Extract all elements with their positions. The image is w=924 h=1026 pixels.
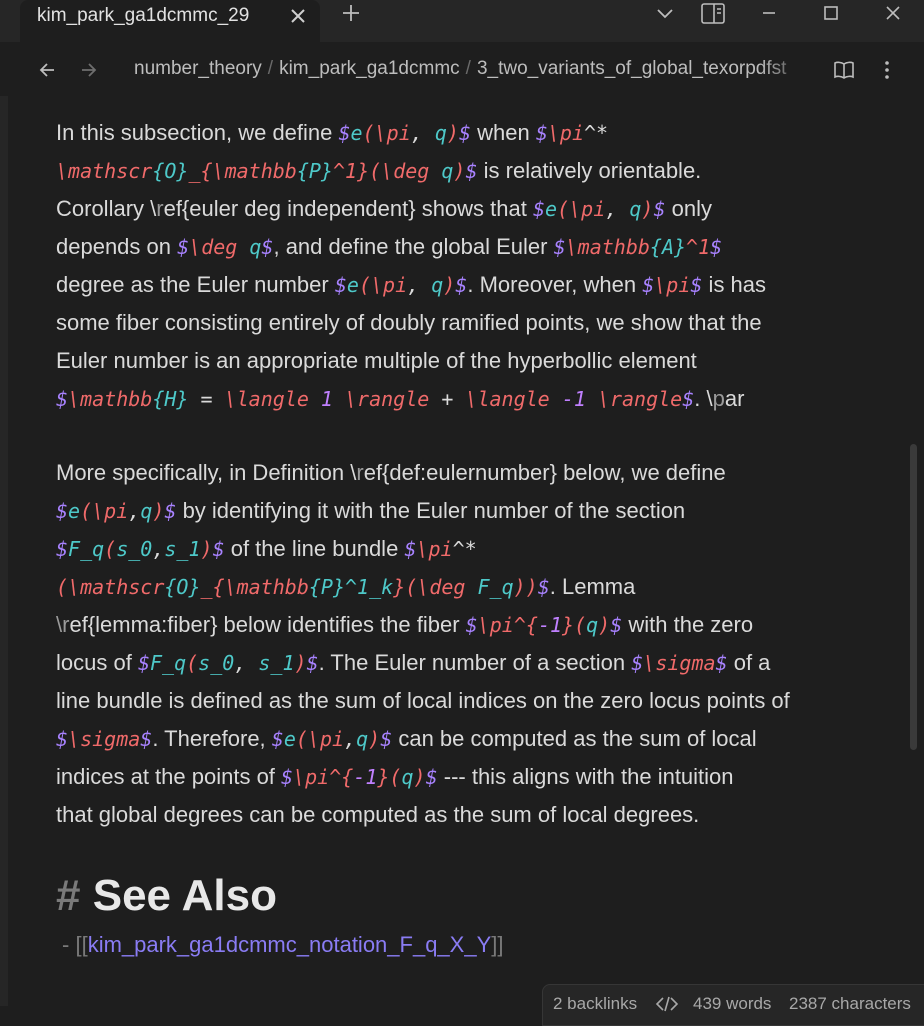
text-line: Euler number is an appropriate multiple …: [56, 348, 697, 373]
text-line: locus of $F_q(s_0, s_1)$. The Euler numb…: [56, 650, 771, 675]
minimize-icon[interactable]: [758, 2, 780, 24]
text-line: $\mathbb{H} = \langle 1 \rangle + \langl…: [56, 386, 745, 411]
status-bar: 2 backlinks 439 words 2387 characters: [542, 984, 924, 1026]
character-count: 2387 characters: [789, 994, 911, 1013]
more-vertical-icon[interactable]: [876, 59, 898, 81]
close-window-icon[interactable]: [882, 2, 904, 24]
view-header: number_theory / kim_park_ga1dcmmc/3_two_va…: [0, 42, 924, 96]
sidebar-edge: [0, 42, 8, 1006]
heading-see-also: # See Also: [56, 868, 277, 924]
text-line: line bundle is defined as the sum of loc…: [56, 688, 790, 713]
title-bar: kim_park_ga1dcmmc_29: [0, 0, 924, 42]
text-line: \ref{lemma:fiber} below identifies the f…: [56, 612, 754, 637]
breadcrumb: number_theory / kim_park_ga1dcmmc/3_two_va…: [134, 58, 787, 79]
close-icon[interactable]: [288, 6, 308, 26]
text-line: $e(\pi,q)$ by identifying it with the Eu…: [56, 498, 686, 523]
list-item: - [[kim_park_ga1dcmmc_notation_F_q_X_Y]]: [62, 932, 504, 957]
breadcrumb-item[interactable]: kim_park_ga1dcmmc: [279, 58, 460, 79]
breadcrumb-item[interactable]: 3_two_variants_of_global_texorpdfst: [477, 58, 786, 79]
internal-link[interactable]: kim_park_ga1dcmmc_notation_F_q_X_Y: [88, 932, 492, 957]
text-line: More specifically, in Definition \ref{de…: [56, 460, 726, 485]
text-line: depends on $\deg q$, and define the glob…: [56, 234, 723, 259]
text-line: (\mathscr{O}_{\mathbb{P}^1_k}(\deg F_q))…: [56, 574, 636, 599]
text-line: In this subsection, we define $e(\pi, q)…: [56, 120, 609, 145]
word-count: 439 words: [693, 994, 772, 1013]
tab-title: kim_park_ga1dcmmc_29: [37, 5, 250, 26]
editor-content[interactable]: In this subsection, we define $e(\pi, q)…: [56, 114, 886, 834]
text-line: that global degrees can be computed as t…: [56, 802, 700, 827]
arrow-right-icon[interactable]: [78, 59, 100, 81]
text-line: degree as the Euler number $e(\pi, q)$. …: [56, 272, 767, 297]
backlinks-count[interactable]: 2 backlinks: [553, 994, 637, 1014]
sidebar-toggle-icon[interactable]: [700, 2, 726, 26]
code-icon[interactable]: [655, 994, 679, 1014]
arrow-left-icon[interactable]: [36, 59, 58, 81]
text-line: \mathscr{O}_{\mathbb{P}^1}(\deg q)$ is r…: [56, 158, 702, 183]
plus-icon[interactable]: [340, 2, 362, 24]
text-line: some fiber consisting entirely of doubly…: [56, 310, 762, 335]
maximize-icon[interactable]: [820, 2, 842, 24]
book-open-icon[interactable]: [832, 58, 856, 82]
scrollbar-thumb[interactable]: [910, 444, 917, 750]
heading-hash: #: [56, 871, 81, 920]
text-line: indices at the points of $\pi^{-1}(q)$ -…: [56, 764, 734, 789]
text-line: $F_q(s_0,s_1)$ of the line bundle $\pi^*: [56, 536, 477, 561]
breadcrumb-item[interactable]: number_theory: [134, 58, 262, 79]
text-line: Corollary \ref{euler deg independent} sh…: [56, 196, 712, 221]
chevron-down-icon[interactable]: [654, 2, 676, 24]
tab-active[interactable]: kim_park_ga1dcmmc_29: [20, 0, 320, 42]
text-line: $\sigma$. Therefore, $e(\pi,q)$ can be c…: [56, 726, 757, 751]
heading-text: See Also: [92, 871, 277, 920]
